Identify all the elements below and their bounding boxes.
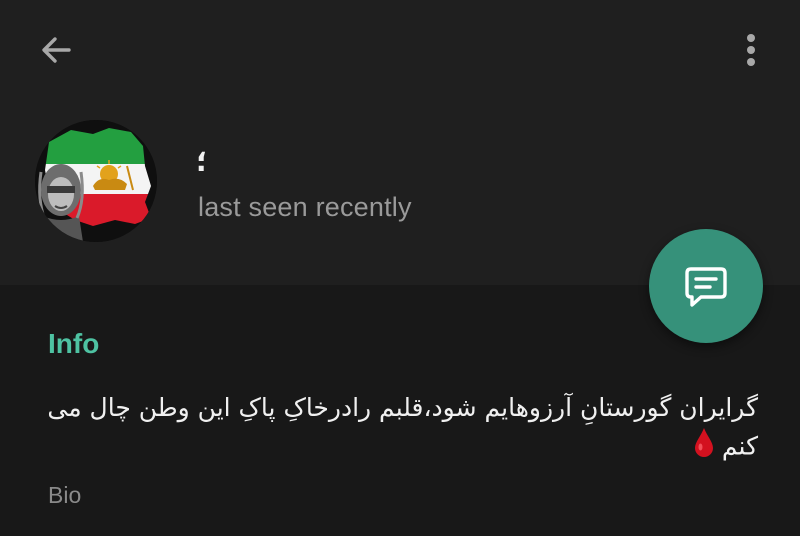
profile-screen: ؛ last seen recently Info گرایران گورستا… [0, 0, 800, 536]
drop-of-blood-icon [694, 427, 714, 468]
bio-text[interactable]: گرایران گورستانِ آرزوهایم شود،قلبم رادرخ… [46, 389, 758, 468]
avatar[interactable] [35, 120, 157, 242]
iranian-lion-sun-flag-avatar [35, 120, 157, 242]
bio-label: Bio [48, 482, 82, 508]
send-message-button[interactable] [649, 229, 763, 343]
bio-content: گرایران گورستانِ آرزوهایم شود،قلبم رادرخ… [47, 393, 758, 461]
last-seen-status: last seen recently [198, 192, 412, 222]
info-heading: Info [48, 328, 100, 359]
message-icon [685, 267, 727, 307]
arrow-left-icon [42, 37, 71, 63]
more-options-button[interactable] [728, 26, 774, 74]
more-vertical-icon [747, 34, 755, 66]
contact-name: ؛ [196, 146, 208, 177]
back-button[interactable] [30, 28, 82, 72]
